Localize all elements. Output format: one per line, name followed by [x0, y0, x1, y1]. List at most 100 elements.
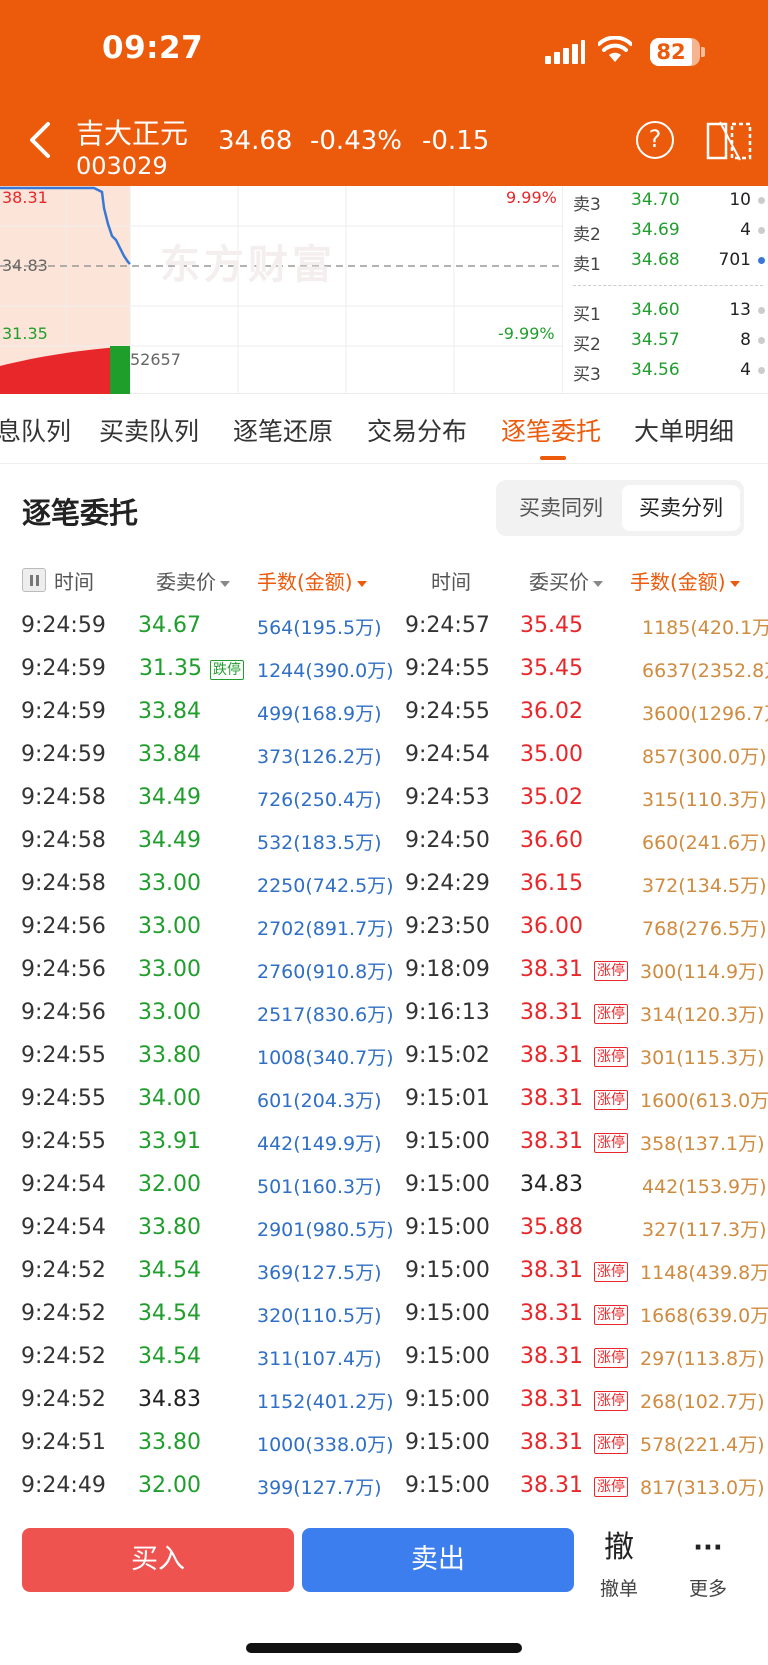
buy-qty: 768(276.5万): [642, 918, 767, 940]
table-row[interactable]: 9:24:55 33.80 1008(340.7万) 9:15:02 38.31 301(…: [0, 1036, 768, 1079]
sell-qty: 2702(891.7万): [257, 918, 394, 940]
home-indicator: [246, 1643, 522, 1653]
sell-time: 9:24:55: [21, 1086, 106, 1111]
limit-up-badge: 涨停: [594, 1133, 628, 1153]
col-sell-qty[interactable]: 手数(金额): [257, 566, 367, 595]
chart-low-label: 31.35: [2, 324, 48, 343]
table-row[interactable]: 9:24:56 33.00 2702(891.7万) 9:23:50 36.00 768(…: [0, 907, 768, 950]
table-row[interactable]: 9:24:51 33.80 1000(338.0万) 9:15:00 38.31 578(…: [0, 1423, 768, 1466]
buy-qty: 268(102.7万): [640, 1391, 765, 1413]
table-row[interactable]: 9:24:58 34.49 532(183.5万) 9:24:50 36.60 660(2…: [0, 821, 768, 864]
table-row[interactable]: 9:24:52 34.54 320(110.5万) 9:15:00 38.31 1668(…: [0, 1294, 768, 1337]
intraday-chart[interactable]: 东方财富 38.31 34.83 31.35 9.99% -9.99% 5265…: [0, 186, 768, 394]
buy-qty: 6637(2352.8万): [642, 660, 768, 682]
buy-qty: 315(110.3万): [642, 789, 767, 811]
buy-time: 9:15:00: [405, 1387, 490, 1412]
tab-large-orders[interactable]: 大单明细: [634, 412, 734, 448]
more-label: 更多: [688, 1578, 727, 1600]
buy-qty: 297(113.8万): [640, 1348, 765, 1370]
sell-time: 9:24:52: [21, 1258, 106, 1283]
tab-info-queue[interactable]: 息队列: [0, 412, 71, 448]
table-row[interactable]: 9:24:59 31.35 1244(390.0万) 9:24:55 35.45 6637…: [0, 649, 768, 692]
col-buy-qty[interactable]: 手数(金额): [630, 566, 740, 595]
limit-up-badge: 涨停: [594, 961, 628, 981]
wifi-icon: [598, 36, 632, 62]
stock-change-percent: -0.43%: [310, 126, 402, 156]
table-row[interactable]: 9:24:59 33.84 499(168.9万) 9:24:55 36.02 3600(…: [0, 692, 768, 735]
buy-time: 9:24:53: [405, 785, 490, 810]
col-buy-price[interactable]: 委买价: [529, 566, 603, 595]
sell-button[interactable]: 卖出: [302, 1528, 574, 1592]
buy-price: 38.31: [520, 1043, 583, 1068]
buy-price: 35.45: [520, 656, 583, 681]
table-row[interactable]: 9:24:58 34.49 726(250.4万) 9:24:53 35.02 315(1…: [0, 778, 768, 821]
buy-qty: 301(115.3万): [640, 1047, 765, 1069]
buy-time: 9:24:55: [405, 656, 490, 681]
table-header: 时间 委卖价 手数(金额) 时间 委买价 手数(金额): [0, 562, 768, 598]
buy-button[interactable]: 买入: [22, 1528, 294, 1592]
table-row[interactable]: 9:24:59 34.67 564(195.5万) 9:24:57 35.45 1185(…: [0, 606, 768, 649]
buy-qty: 1148(439.8万): [640, 1262, 768, 1284]
col-sell-price[interactable]: 委卖价: [156, 566, 230, 595]
sell-price: 31.35: [139, 656, 202, 681]
buy-price: 35.00: [520, 742, 583, 767]
indicator-dot-icon: [758, 307, 765, 314]
table-row[interactable]: 9:24:49 32.00 399(127.7万) 9:15:00 38.31 817(3…: [0, 1466, 768, 1509]
buy-time: 9:15:00: [405, 1473, 490, 1498]
back-icon[interactable]: [22, 118, 62, 162]
pause-icon[interactable]: [22, 568, 46, 592]
indicator-dot-icon: [758, 257, 765, 264]
sell-price: 33.80: [138, 1215, 201, 1240]
order-book[interactable]: 卖3 34.70 10 卖2 34.69 4 卖1 34.68 701 买1 3…: [562, 186, 768, 394]
tab-trade-distribution[interactable]: 交易分布: [367, 412, 467, 448]
table-row[interactable]: 9:24:56 33.00 2517(830.6万) 9:16:13 38.31 314(…: [0, 993, 768, 1036]
sell-qty: 532(183.5万): [257, 832, 382, 854]
buy-qty: 660(241.6万): [642, 832, 767, 854]
battery-cap: [701, 47, 705, 57]
table-row[interactable]: 9:24:55 34.00 601(204.3万) 9:15:01 38.31 1600(…: [0, 1079, 768, 1122]
cancel-order-button[interactable]: 撤 撤单: [584, 1528, 654, 1601]
buy-time: 9:15:00: [405, 1258, 490, 1283]
buy-time: 9:24:29: [405, 871, 490, 896]
col-sell-time: 时间: [54, 570, 94, 594]
buy-qty: 817(313.0万): [640, 1477, 765, 1499]
table-row[interactable]: 9:24:52 34.83 1152(401.2万) 9:15:00 38.31 268(…: [0, 1380, 768, 1423]
sell-price: 33.80: [138, 1430, 201, 1455]
table-row[interactable]: 9:24:54 32.00 501(160.3万) 9:15:00 34.83 442(1…: [0, 1165, 768, 1208]
sell-time: 9:24:55: [21, 1129, 106, 1154]
table-row[interactable]: 9:24:52 34.54 369(127.5万) 9:15:00 38.31 1148(…: [0, 1251, 768, 1294]
sell-qty: 2760(910.8万): [257, 961, 394, 983]
sell-price: 34.54: [138, 1344, 201, 1369]
buy-price: 38.31: [520, 1258, 583, 1283]
buy-time: 9:15:00: [405, 1129, 490, 1154]
split-column-button[interactable]: 买卖分列: [622, 485, 740, 531]
tab-bid-ask-queue[interactable]: 买卖队列: [99, 412, 199, 448]
buy-time: 9:24:55: [405, 699, 490, 724]
limit-up-badge: 涨停: [594, 1004, 628, 1024]
help-icon[interactable]: ?: [636, 121, 674, 159]
sell-qty: 320(110.5万): [257, 1305, 382, 1327]
limit-up-badge: 涨停: [594, 1090, 628, 1110]
buy-price: 36.00: [520, 914, 583, 939]
table-row[interactable]: 9:24:56 33.00 2760(910.8万) 9:18:09 38.31 300(…: [0, 950, 768, 993]
limit-up-badge: 涨停: [594, 1348, 628, 1368]
more-button[interactable]: ··· 更多: [673, 1528, 743, 1601]
sort-caret-icon: [593, 580, 603, 587]
table-row[interactable]: 9:24:58 33.00 2250(742.5万) 9:24:29 36.15 372(…: [0, 864, 768, 907]
table-row[interactable]: 9:24:59 33.84 373(126.2万) 9:24:54 35.00 857(3…: [0, 735, 768, 778]
table-row[interactable]: 9:24:54 33.80 2901(980.5万) 9:15:00 35.88 327(…: [0, 1208, 768, 1251]
indicator-dot-icon: [758, 337, 765, 344]
buy-price: 35.45: [520, 613, 583, 638]
buy-qty: 358(137.1万): [640, 1133, 765, 1155]
same-column-button[interactable]: 买卖同列: [502, 485, 620, 531]
sell-qty: 442(149.9万): [257, 1133, 382, 1155]
tab-tick-restore[interactable]: 逐笔还原: [233, 412, 333, 448]
buy-qty: 3600(1296.7万): [642, 703, 768, 725]
tab-tick-orders[interactable]: 逐笔委托: [501, 412, 601, 448]
buy-time: 9:24:57: [405, 613, 490, 638]
more-icon: ···: [693, 1533, 723, 1563]
buy-qty: 857(300.0万): [642, 746, 767, 768]
table-row[interactable]: 9:24:52 34.54 311(107.4万) 9:15:00 38.31 297(1…: [0, 1337, 768, 1380]
table-row[interactable]: 9:24:55 33.91 442(149.9万) 9:15:00 38.31 358(1…: [0, 1122, 768, 1165]
switch-layout-icon[interactable]: [706, 120, 752, 162]
